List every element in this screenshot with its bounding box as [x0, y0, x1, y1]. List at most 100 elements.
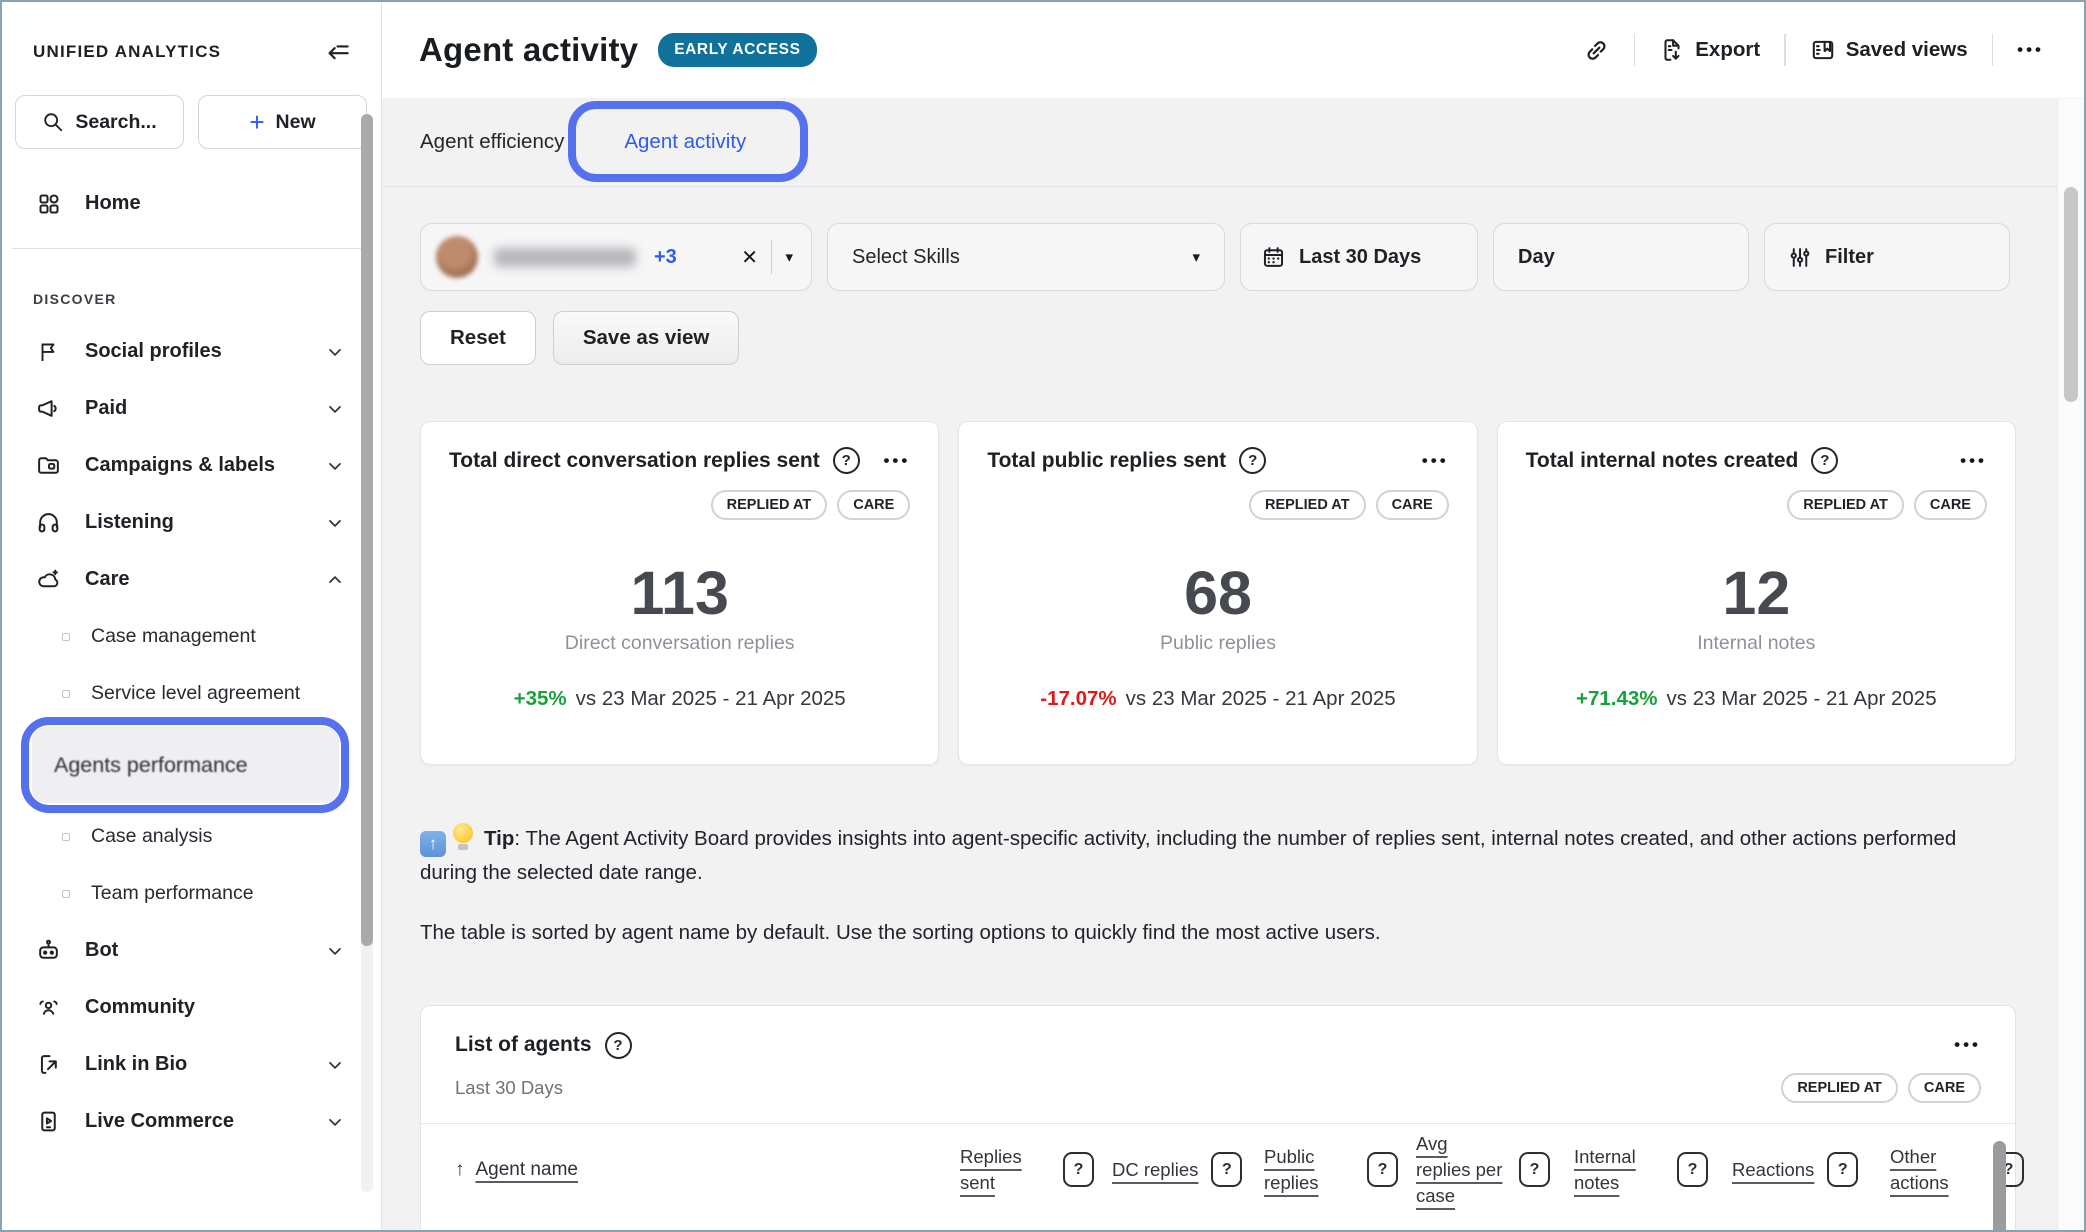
- column-help-icon[interactable]: ?: [1519, 1152, 1550, 1187]
- agents-filter-dropdown[interactable]: +3 ✕ ▾: [420, 223, 812, 291]
- card-title: Total direct conversation replies sent: [449, 449, 820, 473]
- table-scrollbar-thumb[interactable]: [1993, 1141, 2006, 1230]
- people-icon: [35, 995, 62, 1020]
- tab-agent-activity[interactable]: Agent activity: [624, 130, 746, 154]
- sidebar-item-label: Home: [85, 192, 345, 215]
- headphones-icon: [35, 510, 62, 535]
- toolbar-divider: [1634, 34, 1636, 66]
- column-label: Agent name: [476, 1159, 578, 1181]
- card-menu-icon[interactable]: •••: [1960, 451, 1987, 471]
- new-button[interactable]: + New: [198, 95, 367, 149]
- copy-link-icon[interactable]: [1583, 37, 1610, 64]
- column-help-icon[interactable]: ?: [1367, 1152, 1398, 1187]
- page-scrollbar-thumb[interactable]: [2064, 187, 2078, 402]
- page-scrollbar[interactable]: [2057, 99, 2084, 1230]
- app-window: UNIFIED ANALYTICS Search... + New Home: [0, 0, 2086, 1232]
- metric-value: 68: [987, 558, 1448, 628]
- tab-agent-efficiency[interactable]: Agent efficiency: [420, 130, 564, 154]
- sidebar-item-agents-performance[interactable]: Agents performance: [2, 722, 381, 808]
- chevron-down-icon: [325, 399, 345, 419]
- sidebar-item-service-level-agreement[interactable]: Service level agreement: [2, 665, 381, 722]
- replied-at-tag: REPLIED AT: [1787, 490, 1904, 520]
- new-label: New: [276, 111, 316, 134]
- column-header-other-actions[interactable]: Other actions ?: [1890, 1144, 2048, 1196]
- page-header: Agent activity EARLY ACCESS Export: [382, 2, 2084, 98]
- saved-views-button[interactable]: Saved views: [1810, 37, 1968, 63]
- column-help-icon[interactable]: ?: [1211, 1152, 1242, 1187]
- column-label: Other actions: [1890, 1144, 1980, 1196]
- filter-actions: Reset Save as view: [420, 311, 2016, 365]
- folder-icon: [35, 453, 62, 478]
- help-icon[interactable]: ?: [1239, 447, 1266, 474]
- column-header-agent-name[interactable]: ↑ Agent name: [455, 1159, 960, 1181]
- sidebar-item-social-profiles[interactable]: Social profiles: [2, 323, 381, 380]
- search-button[interactable]: Search...: [15, 95, 184, 149]
- sidebar-item-care[interactable]: Care: [2, 551, 381, 608]
- phone-link-icon: [35, 1052, 62, 1077]
- date-range-dropdown[interactable]: Last 30 Days: [1240, 223, 1478, 291]
- calendar-icon: [1261, 245, 1286, 270]
- sidebar-item-paid[interactable]: Paid: [2, 380, 381, 437]
- filter-button[interactable]: Filter: [1764, 223, 2010, 291]
- granularity-dropdown[interactable]: Day: [1493, 223, 1749, 291]
- reset-button[interactable]: Reset: [420, 311, 536, 365]
- column-header-internal-notes[interactable]: Internal notes ?: [1574, 1144, 1732, 1196]
- column-header-reactions[interactable]: Reactions ?: [1732, 1152, 1890, 1187]
- sidebar-item-team-performance[interactable]: Team performance: [2, 865, 381, 922]
- care-tag: CARE: [837, 490, 910, 520]
- pill-divider: [771, 240, 773, 274]
- sidebar-item-case-analysis[interactable]: Case analysis: [2, 808, 381, 865]
- sidebar-item-community[interactable]: Community: [2, 979, 381, 1036]
- help-icon[interactable]: ?: [833, 447, 860, 474]
- up-arrow-emoji-icon: ↑: [420, 831, 446, 857]
- sidebar-item-label: Campaigns & labels: [85, 454, 325, 477]
- selected-item-pill[interactable]: Agents performance: [32, 727, 339, 803]
- table-title: List of agents: [455, 1033, 592, 1057]
- column-header-replies-sent[interactable]: Replies sent ?: [960, 1144, 1112, 1196]
- metric-card-direct-replies: Total direct conversation replies sent ?…: [420, 421, 939, 765]
- sidebar-item-label: Community: [85, 996, 345, 1019]
- megaphone-icon: [35, 396, 62, 421]
- column-header-avg-replies-per-case[interactable]: Avg replies per case ?: [1416, 1131, 1574, 1209]
- list-of-agents-card: List of agents ? ••• Last 30 Days REPLIE…: [420, 1005, 2016, 1230]
- help-icon[interactable]: ?: [1811, 447, 1838, 474]
- sidebar-item-campaigns-labels[interactable]: Campaigns & labels: [2, 437, 381, 494]
- column-help-icon[interactable]: ?: [1827, 1152, 1858, 1187]
- metric-label: Public replies: [987, 632, 1448, 655]
- tip-secondary-text: The table is sorted by agent name by def…: [420, 918, 2016, 949]
- change-percent: +71.43%: [1576, 687, 1658, 710]
- help-icon[interactable]: ?: [605, 1032, 632, 1059]
- sidebar-scrollbar-thumb[interactable]: [361, 114, 373, 946]
- export-button[interactable]: Export: [1659, 37, 1760, 63]
- column-header-dc-replies[interactable]: DC replies ?: [1112, 1152, 1264, 1187]
- caret-down-icon: ▾: [1192, 248, 1200, 266]
- clear-filter-icon[interactable]: ✕: [741, 245, 758, 270]
- column-help-icon[interactable]: ?: [1063, 1152, 1094, 1187]
- sidebar-item-live-commerce[interactable]: Live Commerce: [2, 1093, 381, 1150]
- sidebar-item-bot[interactable]: Bot: [2, 922, 381, 979]
- sidebar-item-listening[interactable]: Listening: [2, 494, 381, 551]
- card-title: Total public replies sent: [987, 449, 1226, 473]
- card-menu-icon[interactable]: •••: [1422, 451, 1449, 471]
- home-grid-icon: [35, 192, 62, 216]
- caret-down-icon[interactable]: ▾: [785, 248, 793, 266]
- sidebar-item-case-management[interactable]: Case management: [2, 608, 381, 665]
- column-header-public-replies[interactable]: Public replies ?: [1264, 1144, 1416, 1196]
- skills-filter-dropdown[interactable]: Select Skills ▾: [827, 223, 1225, 291]
- sidebar-item-label: Paid: [85, 397, 325, 420]
- skills-placeholder: Select Skills: [852, 246, 960, 269]
- saved-views-label: Saved views: [1846, 38, 1968, 62]
- card-menu-icon[interactable]: •••: [883, 451, 910, 471]
- search-label: Search...: [75, 111, 156, 134]
- sidebar-item-link-in-bio[interactable]: Link in Bio: [2, 1036, 381, 1093]
- sidebar-item-home[interactable]: Home: [2, 175, 381, 232]
- collapse-sidebar-icon[interactable]: [324, 38, 351, 65]
- sidebar-divider: [12, 248, 371, 249]
- sidebar-scrollbar[interactable]: [361, 114, 373, 1192]
- save-as-view-button[interactable]: Save as view: [553, 311, 740, 365]
- column-help-icon[interactable]: ?: [1677, 1152, 1708, 1187]
- more-options-icon[interactable]: •••: [2017, 40, 2044, 60]
- table-menu-icon[interactable]: •••: [1954, 1035, 1981, 1055]
- sidebar-item-label: Live Commerce: [85, 1110, 325, 1133]
- search-icon: [42, 111, 64, 133]
